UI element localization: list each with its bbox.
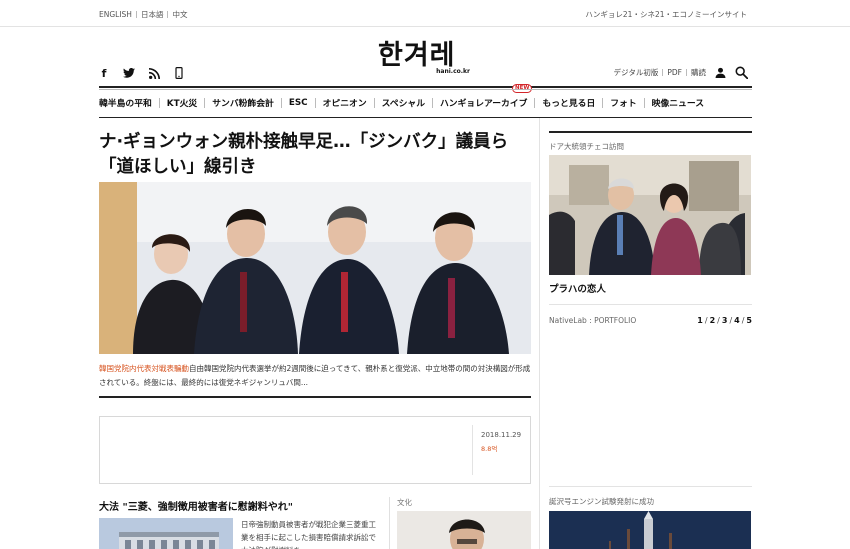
divider <box>167 11 169 18</box>
rocket-launch-photo[interactable] <box>549 511 751 549</box>
site-logo[interactable]: 한겨레 hani.co.kr <box>378 42 474 78</box>
right-bottom-label[interactable]: 誕沢号エンジン試験発射に成功 <box>549 496 654 507</box>
main-nav: 韓半島の平和 KT火災 サンバ粉飾会計 ESC オピニオン スペシャル ハンギョ… <box>99 84 752 118</box>
ad-widget-change: 8.8억 <box>481 445 498 453</box>
main-headline[interactable]: ナ·ギョンウォン親朴接触早足…「ジンバク」議員ら「道ほしい」線引き <box>99 130 529 180</box>
nav-item-label: スペシャル <box>381 99 425 109</box>
divider <box>432 97 433 108</box>
main-story-summary[interactable]: 韓国党院内代表対戦表騙動自由韓国党院内代表選挙が約2週間後に迫ってきて、親朴系と… <box>99 362 531 390</box>
divider <box>204 97 206 108</box>
native-pager: 1/ 2/ 3/ 4/ 5 <box>697 316 752 325</box>
divider <box>549 304 752 305</box>
right-column-border <box>539 118 540 549</box>
pager-separator: / <box>729 316 733 325</box>
twitter-icon[interactable] <box>123 67 135 79</box>
nav-item[interactable]: サンバ粉飾会計 <box>197 96 274 109</box>
sub-story-photo[interactable] <box>99 518 233 549</box>
nav-item[interactable]: フォト <box>595 96 637 109</box>
nav-item-label: ESC <box>288 97 308 108</box>
divider <box>135 11 137 18</box>
lang-chinese-link[interactable]: 中文 <box>172 9 187 20</box>
section-divider <box>99 396 531 398</box>
nav-item-label: ハンギョレアーカイブ <box>440 99 528 109</box>
main-story-photo[interactable] <box>99 182 531 354</box>
right-feature-photo[interactable] <box>549 155 751 275</box>
native-ad-label[interactable]: NativeLab : PORTFOLIO <box>549 316 636 325</box>
language-links: ENGLISH 日本語 中文 <box>99 9 187 20</box>
divider <box>662 69 664 76</box>
divider <box>602 97 604 108</box>
nav-item-label: フォト <box>610 99 637 109</box>
nav-item[interactable]: オピニオン <box>308 96 367 109</box>
subscribe-link[interactable]: 購読 <box>691 67 706 78</box>
sister-sites-link[interactable]: ハンギョレ21・シネ21・エコノミーインサイト <box>585 9 747 20</box>
pager-item[interactable]: 2 <box>710 316 716 325</box>
lang-japanese-link[interactable]: 日本語 <box>141 9 164 20</box>
social-links: f <box>98 67 185 80</box>
sub-story-summary[interactable]: 日帝強制動員被害者が戦犯企業三菱重工業を相手に起こした損害賠償請求訴訟で大法院が… <box>241 518 383 549</box>
right-column-rule <box>549 131 752 133</box>
top-bar: ENGLISH 日本語 中文 ハンギョレ21・シネ21・エコノミーインサイト <box>0 0 850 27</box>
pager-item[interactable]: 1 <box>697 316 703 325</box>
divider <box>686 69 687 76</box>
ad-widget-date: 2018.11.29 <box>481 431 522 439</box>
rss-icon[interactable] <box>148 67 160 79</box>
divider <box>549 486 752 487</box>
right-feature-label[interactable]: ドア大統領チェコ訪問 <box>549 141 624 152</box>
right-feature-caption[interactable]: プラハの恋人 <box>549 281 606 295</box>
nav-item-label: KT火災 <box>166 99 198 109</box>
ad-widget[interactable]: 2018.11.29 8.8억 <box>99 416 531 484</box>
logo-url: hani.co.kr <box>436 68 470 75</box>
nav-item-label: 韓半島の平和 <box>99 99 152 109</box>
column-divider <box>389 497 390 549</box>
user-icon[interactable] <box>715 67 726 78</box>
divider <box>643 97 645 108</box>
nav-item-label: サンバ粉飾会計 <box>212 99 274 109</box>
nav-item-archive[interactable]: ハンギョレアーカイブ NEW <box>425 84 533 109</box>
sub-story-headline[interactable]: 大法 "三菱、強制徴用被害者に慰謝料やれ" <box>99 498 379 513</box>
lang-english-link[interactable]: ENGLISH <box>99 10 132 19</box>
nav-item-label: もっと見る日 <box>542 99 596 109</box>
nav-item[interactable]: 韓半島の平和 <box>99 96 152 109</box>
divider <box>280 97 282 108</box>
nav-item[interactable]: 映像ニュース <box>637 96 704 109</box>
divider <box>158 97 160 108</box>
new-badge: NEW <box>512 84 533 93</box>
divider <box>314 97 316 108</box>
pager-separator: / <box>717 316 720 325</box>
divider <box>373 97 375 108</box>
pager-item[interactable]: 3 <box>722 316 728 325</box>
pager-separator: / <box>704 316 708 325</box>
utility-links: デジタル初版 PDF 購読 <box>614 66 748 79</box>
nav-item[interactable]: ESC <box>274 97 308 108</box>
mobile-icon[interactable] <box>173 67 185 79</box>
digital-edition-link[interactable]: デジタル初版 <box>614 67 659 78</box>
pager-separator: / <box>741 316 745 325</box>
nav-item-label: オピニオン <box>322 99 367 109</box>
facebook-icon[interactable]: f <box>98 67 110 80</box>
ad-widget-info: 2018.11.29 8.8억 <box>472 425 530 475</box>
logo-wordmark: 한겨레 <box>378 40 456 71</box>
pager-item[interactable]: 5 <box>746 316 752 325</box>
culture-section-label[interactable]: 文化 <box>397 497 412 508</box>
nav-item-label: 映像ニュース <box>651 99 704 109</box>
pager-item[interactable]: 4 <box>734 316 740 325</box>
nav-item[interactable]: スペシャル <box>367 96 425 109</box>
search-icon[interactable] <box>735 66 748 79</box>
nav-item[interactable]: もっと見る日 <box>527 96 595 109</box>
culture-photo[interactable] <box>397 511 531 549</box>
nav-item[interactable]: KT火災 <box>152 96 197 109</box>
story-kicker[interactable]: 韓国党院内代表対戦表騙動 <box>99 364 189 373</box>
divider <box>534 97 536 108</box>
pdf-link[interactable]: PDF <box>667 68 682 77</box>
